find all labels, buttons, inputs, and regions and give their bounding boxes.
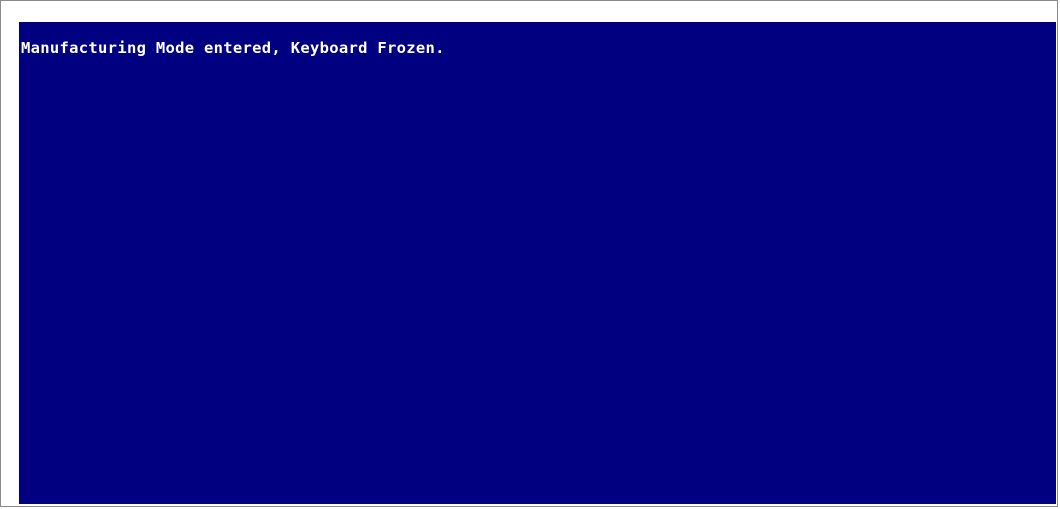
manufacturing-mode-message: Manufacturing Mode entered, Keyboard Fro… bbox=[21, 39, 445, 57]
console-screen: Manufacturing Mode entered, Keyboard Fro… bbox=[19, 22, 1056, 504]
screenshot-frame: Manufacturing Mode entered, Keyboard Fro… bbox=[0, 0, 1058, 507]
